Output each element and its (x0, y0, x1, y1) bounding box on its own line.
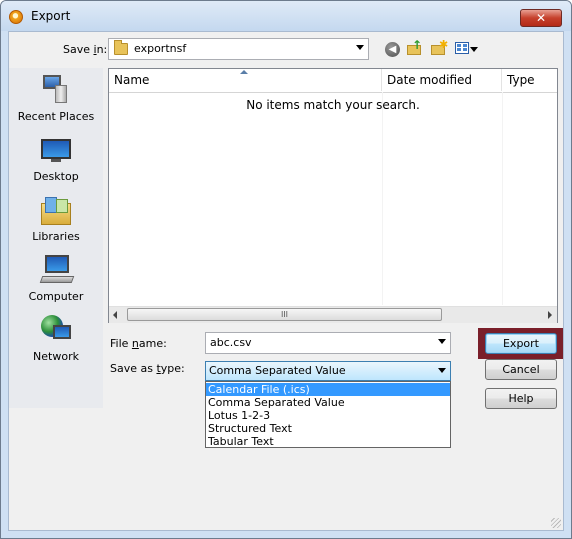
type-option[interactable]: Lotus 1-2-3 (206, 409, 450, 422)
views-dropdown-arrow-icon[interactable] (470, 47, 478, 52)
recent-places-icon (43, 75, 69, 105)
column-divider (502, 92, 503, 305)
place-label: Desktop (33, 170, 79, 183)
file-list-header: Name Date modified Type (109, 69, 557, 93)
column-divider (382, 92, 383, 305)
place-network[interactable]: Network (9, 311, 103, 369)
place-libraries[interactable]: Libraries (9, 191, 103, 249)
place-computer[interactable]: Computer (9, 251, 103, 309)
back-icon[interactable]: ◀ (385, 42, 400, 57)
views-menu-icon[interactable] (455, 42, 469, 54)
save-in-value: exportnsf (134, 42, 187, 55)
column-header-name[interactable]: Name (109, 69, 382, 91)
place-label: Libraries (32, 230, 80, 243)
save-as-type-label: Save as type: (110, 362, 185, 375)
chevron-down-icon (356, 45, 364, 50)
file-name-value: abc.csv (210, 336, 252, 349)
type-option[interactable]: Tabular Text (206, 435, 450, 448)
computer-icon (39, 255, 75, 285)
scroll-right-icon[interactable] (548, 311, 552, 319)
app-icon (9, 10, 23, 24)
save-as-type-value: Comma Separated Value (209, 364, 346, 377)
type-option-highlighted[interactable]: Calendar File (.ics) (206, 383, 450, 396)
new-folder-icon[interactable]: ✱ (431, 38, 448, 56)
help-button[interactable]: Help (485, 388, 557, 409)
network-icon (41, 315, 73, 345)
save-as-type-select[interactable]: Comma Separated Value (205, 361, 451, 381)
libraries-icon (41, 197, 71, 225)
up-folder-icon[interactable]: ↑ (407, 39, 423, 56)
scroll-left-icon[interactable] (113, 311, 117, 319)
scroll-thumb[interactable]: III (127, 308, 442, 321)
file-name-input[interactable]: abc.csv (205, 332, 451, 354)
title-bar[interactable]: Export ✕ (1, 1, 571, 31)
desktop-icon (41, 139, 71, 163)
save-in-label: Save in: (63, 43, 108, 56)
file-list[interactable]: Name Date modified Type No items match y… (108, 68, 558, 323)
file-name-label: File name: (110, 337, 167, 350)
resize-grip-icon[interactable] (551, 518, 561, 528)
place-recent-places[interactable]: Recent Places (9, 71, 103, 129)
empty-message: No items match your search. (246, 98, 420, 112)
horizontal-scrollbar[interactable]: III (109, 306, 557, 323)
column-header-date-modified[interactable]: Date modified (382, 69, 502, 91)
export-dialog: Export ✕ Save in: exportnsf ◀ ↑ ✱ Recent… (0, 0, 572, 539)
places-bar: Recent Places Desktop Libraries Computer… (9, 68, 103, 408)
type-option[interactable]: Structured Text (206, 422, 450, 435)
close-button[interactable]: ✕ (520, 9, 562, 27)
column-header-type[interactable]: Type (502, 69, 557, 91)
save-in-combo[interactable]: exportnsf (108, 38, 369, 60)
chevron-down-icon (438, 368, 446, 373)
window-title: Export (31, 9, 71, 23)
type-dropdown-list: Calendar File (.ics) Comma Separated Val… (205, 381, 451, 448)
cancel-button[interactable]: Cancel (485, 359, 557, 380)
chevron-down-icon[interactable] (438, 339, 446, 344)
place-label: Network (33, 350, 79, 363)
type-option[interactable]: Comma Separated Value (206, 396, 450, 409)
place-label: Recent Places (17, 110, 95, 123)
place-label: Computer (28, 290, 84, 303)
export-button[interactable]: Export (485, 333, 557, 354)
place-desktop[interactable]: Desktop (9, 131, 103, 189)
dialog-body: Save in: exportnsf ◀ ↑ ✱ Recent Places D… (8, 31, 564, 531)
folder-icon (114, 40, 128, 55)
